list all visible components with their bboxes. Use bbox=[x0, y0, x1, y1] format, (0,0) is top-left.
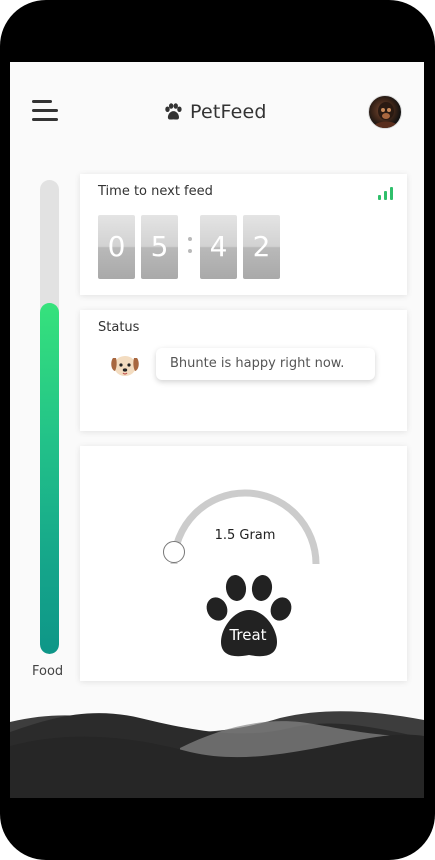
paw-print-icon bbox=[206, 575, 292, 657]
food-level-bar bbox=[40, 180, 59, 654]
status-title: Status bbox=[98, 320, 140, 335]
app-screen: PetFeed Food Time to next feed 0 5 4 2 S… bbox=[10, 62, 424, 798]
treat-button[interactable]: Treat bbox=[198, 572, 298, 662]
signal-bars-icon bbox=[378, 186, 394, 200]
menu-icon-bar bbox=[32, 100, 52, 103]
timer-digit: 5 bbox=[141, 215, 178, 279]
decorative-waves bbox=[10, 711, 424, 798]
paw-icon bbox=[165, 103, 182, 120]
status-message: Bhunte is happy right now. bbox=[156, 348, 375, 380]
app-title: PetFeed bbox=[190, 101, 267, 123]
user-avatar[interactable] bbox=[368, 95, 402, 129]
food-level-fill bbox=[40, 303, 59, 654]
avatar-photo bbox=[373, 102, 399, 128]
treat-card: 1.5 Gram Treat bbox=[80, 446, 407, 681]
menu-button[interactable] bbox=[32, 98, 60, 124]
menu-icon-bar bbox=[32, 118, 58, 121]
next-feed-title: Time to next feed bbox=[98, 184, 213, 199]
next-feed-card: Time to next feed 0 5 4 2 bbox=[80, 174, 407, 295]
timer-digit: 0 bbox=[98, 215, 135, 279]
timer-digit: 4 bbox=[200, 215, 237, 279]
phone-frame: PetFeed Food Time to next feed 0 5 4 2 S… bbox=[0, 0, 435, 860]
app-brand: PetFeed bbox=[162, 98, 267, 126]
treat-button-label: Treat bbox=[229, 626, 267, 644]
timer-digit: 2 bbox=[243, 215, 280, 279]
dog-face-icon bbox=[111, 356, 139, 376]
food-label: Food bbox=[32, 664, 64, 679]
treat-amount-gauge bbox=[170, 489, 320, 565]
timer-separator bbox=[184, 229, 196, 259]
treat-amount-value: 1.5 Gram bbox=[214, 528, 276, 543]
menu-icon-bar bbox=[32, 109, 58, 112]
status-card: Status Bhunte is happy right now. bbox=[80, 310, 407, 431]
treat-amount-slider-knob[interactable] bbox=[163, 541, 185, 563]
